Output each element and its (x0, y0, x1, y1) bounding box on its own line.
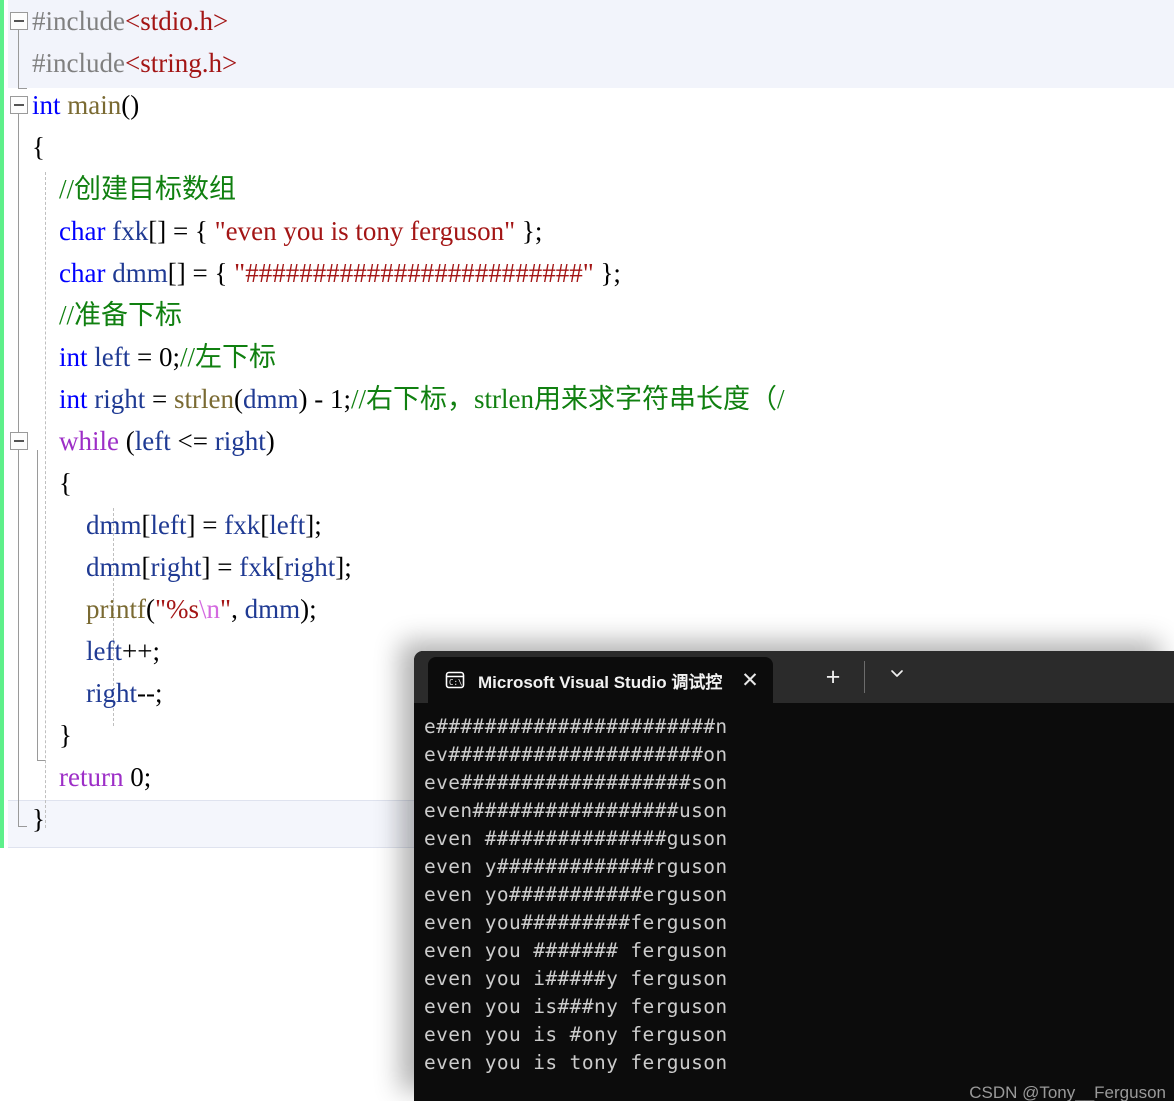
code-line-comment-create-array[interactable]: //创建目标数组 (0, 168, 1174, 210)
console-output-line: even you i#####y ferguson (424, 967, 728, 990)
svg-text:C:\: C:\ (449, 678, 463, 687)
close-icon[interactable]: ✕ (737, 670, 763, 691)
console-output-line: e#######################n (424, 715, 728, 738)
console-output-line: ev#####################on (424, 743, 728, 766)
code-line-right-index[interactable]: int right = strlen(dmm) - 1;//右下标，strlen… (0, 378, 1174, 420)
console-output-lines: e#######################n ev#############… (424, 713, 1174, 1077)
console-output-line: even you ####### ferguson (424, 939, 728, 962)
comment-prepare-index: //准备下标 (59, 300, 183, 330)
console-output-line: even you is tony ferguson (424, 1051, 728, 1074)
terminal-tab-bar[interactable]: C:\ Microsoft Visual Studio 调试控 ✕ + (414, 651, 1174, 703)
tabbar-divider (864, 661, 865, 693)
code-line-printf[interactable]: printf("%s\n", dmm); (0, 588, 1174, 630)
code-line-comment-prepare-index[interactable]: //准备下标 (0, 294, 1174, 336)
comment-left-index: //左下标 (180, 342, 277, 372)
chevron-down-icon[interactable] (880, 663, 914, 693)
console-output-line: even you#########ferguson (424, 911, 728, 934)
new-tab-button[interactable]: + (816, 663, 850, 693)
source-string-literal: even you is tony ferguson (225, 216, 505, 246)
code-line[interactable]: #include<string.h> (0, 42, 1174, 84)
console-output-line: even you is #ony ferguson (424, 1023, 728, 1046)
code-line[interactable]: int main() (0, 84, 1174, 126)
code-line[interactable]: { (0, 126, 1174, 168)
console-output-line: eve###################son (424, 771, 728, 794)
terminal-tab-title: Microsoft Visual Studio 调试控 (478, 672, 723, 692)
comment-right-index: //右下标，strlen用来求字符串长度（/ (351, 384, 785, 414)
console-output-line: even you is###ny ferguson (424, 995, 728, 1018)
csdn-watermark: CSDN @Tony__Ferguson (969, 1083, 1166, 1101)
console-output-line: even y#############rguson (424, 855, 728, 878)
console-output-line: even yo###########erguson (424, 883, 728, 906)
code-line-while[interactable]: while (left <= right) (0, 420, 1174, 462)
console-cmd-icon: C:\ (444, 669, 466, 691)
code-line-declare-fxk[interactable]: char fxk[] = { "even you is tony ferguso… (0, 210, 1174, 252)
code-line-left-index[interactable]: int left = 0;//左下标 (0, 336, 1174, 378)
console-output-line: even#################uson (424, 799, 728, 822)
target-string-literal: ######################### (245, 258, 583, 288)
code-line-assign-right[interactable]: dmm[right] = fxk[right]; (0, 546, 1174, 588)
console-output-area[interactable]: e#######################n ev#############… (414, 703, 1174, 1101)
code-line[interactable]: #include<stdio.h> (0, 0, 1174, 42)
console-output-line: even ###############guson (424, 827, 728, 850)
comment-create-array: //创建目标数组 (59, 174, 237, 204)
code-line[interactable]: { (0, 462, 1174, 504)
terminal-tab[interactable]: C:\ Microsoft Visual Studio 调试控 ✕ (428, 657, 773, 703)
code-line-declare-dmm[interactable]: char dmm[] = { "########################… (0, 252, 1174, 294)
console-window[interactable]: C:\ Microsoft Visual Studio 调试控 ✕ + e###… (414, 651, 1174, 1101)
code-line-assign-left[interactable]: dmm[left] = fxk[left]; (0, 504, 1174, 546)
